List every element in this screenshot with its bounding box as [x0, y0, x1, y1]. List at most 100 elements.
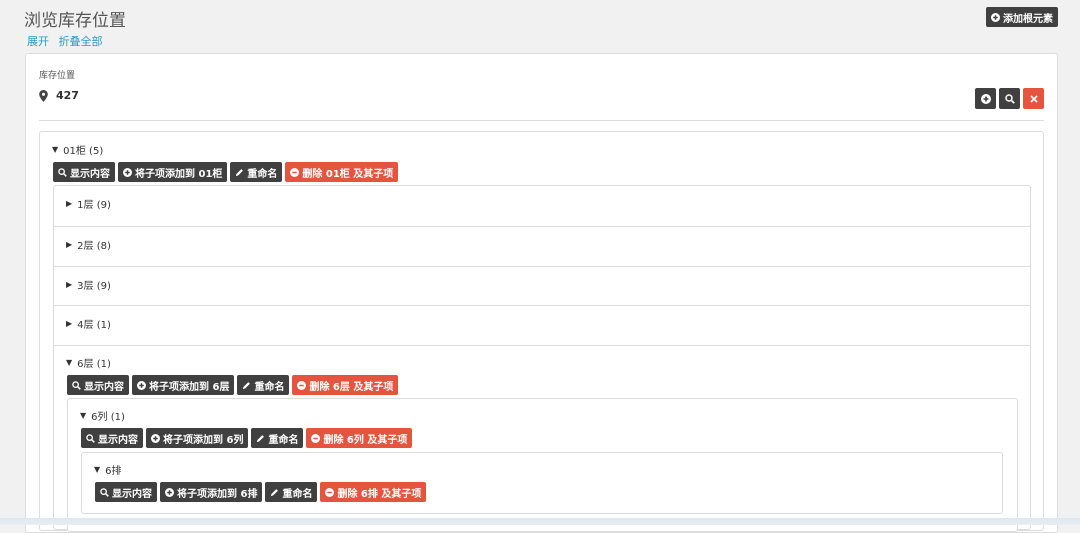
- tree-node-floor-6: ▼ 6层 (1) 显示内容 将子项添加到 6层 重命名 删除 6层 及其子项 ▼…: [54, 345, 1030, 532]
- page-title: 浏览库存位置: [24, 11, 126, 31]
- node-title[interactable]: ▼ 6排: [94, 462, 122, 477]
- button-label: 删除 6列 及其子项: [323, 434, 408, 446]
- node-title: ▶ 3层 (9): [66, 277, 111, 292]
- caret-down-icon: ▼: [94, 465, 101, 474]
- add-child-button[interactable]: 将子项添加到 6层: [132, 375, 235, 395]
- caret-down-icon: ▼: [66, 358, 73, 367]
- node-actions-row-6: 显示内容 将子项添加到 6排 重命名 删除 6排 及其子项: [95, 482, 427, 502]
- node-title: ▶ 1层 (9): [66, 196, 111, 211]
- search-icon: [100, 487, 109, 497]
- location-value: 427: [56, 89, 79, 102]
- caret-right-icon: ▶: [66, 280, 73, 289]
- minus-circle-icon: [311, 433, 321, 443]
- caret-right-icon: ▶: [66, 240, 73, 249]
- plus-circle-icon: [137, 380, 146, 390]
- node-label: 1层 (9): [77, 200, 111, 211]
- node-label: 3层 (9): [77, 281, 111, 292]
- button-label: 重命名: [247, 168, 278, 180]
- caret-down-icon: ▼: [80, 411, 87, 420]
- node-actions-01: 显示内容 将子项添加到 01柜 重命名 删除 01柜 及其子项: [53, 162, 399, 182]
- close-icon: [1029, 94, 1038, 103]
- tree-node-column-6: ▼ 6列 (1) 显示内容 将子项添加到 6列 重命名 删除 6列 及其子项 ▼…: [67, 398, 1018, 532]
- delete-button[interactable]: 删除 01柜 及其子项: [285, 162, 399, 182]
- clear-location-button[interactable]: [1023, 88, 1044, 109]
- pencil-icon: [257, 434, 265, 442]
- plus-circle-icon: [151, 433, 160, 443]
- rename-button[interactable]: 重命名: [230, 162, 283, 182]
- search-icon: [58, 167, 67, 177]
- button-label: 删除 01柜 及其子项: [302, 168, 394, 180]
- caret-right-icon: ▶: [66, 199, 73, 208]
- pencil-icon: [243, 381, 251, 389]
- plus-circle-icon: [991, 12, 1000, 22]
- map-marker-icon: [39, 89, 48, 102]
- add-child-button[interactable]: 将子项添加到 6排: [160, 482, 263, 502]
- node-label: 4层 (1): [77, 320, 111, 331]
- button-label: 显示内容: [98, 434, 138, 446]
- node-label: 2层 (8): [77, 241, 111, 252]
- expand-link[interactable]: 展开: [27, 35, 49, 48]
- button-label: 删除 6层 及其子项: [309, 381, 394, 393]
- button-label: 显示内容: [112, 488, 152, 500]
- pencil-icon: [236, 168, 244, 176]
- button-label: 重命名: [282, 488, 313, 500]
- button-label: 将子项添加到 6列: [163, 434, 244, 446]
- tree-node-floor-3[interactable]: ▶ 3层 (9): [54, 266, 1030, 305]
- button-label: 将子项添加到 01柜: [135, 168, 223, 180]
- add-root-button[interactable]: 添加根元素: [986, 7, 1058, 27]
- caret-right-icon: ▶: [66, 319, 73, 328]
- node-actions-floor-6: 显示内容 将子项添加到 6层 重命名 删除 6层 及其子项: [67, 375, 399, 395]
- location-label: 库存位置: [39, 71, 76, 81]
- node-label: 6层 (1): [77, 359, 111, 370]
- caret-down-icon: ▼: [52, 145, 59, 154]
- collapse-all-link[interactable]: 折叠全部: [59, 35, 103, 48]
- tree-node-floor-1[interactable]: ▶ 1层 (9): [54, 186, 1030, 226]
- node-title[interactable]: ▼ 6层 (1): [66, 355, 111, 370]
- search-icon: [1004, 93, 1015, 104]
- rename-button[interactable]: 重命名: [251, 428, 304, 448]
- node-title: ▶ 2层 (8): [66, 237, 111, 252]
- search-icon: [72, 380, 81, 390]
- children-container: ▶ 1层 (9) ▶ 2层 (8) ▶ 3层 (9) ▶ 4层 (1) ▼ 6层…: [53, 185, 1031, 532]
- add-location-button[interactable]: [975, 88, 996, 109]
- add-root-label: 添加根元素: [1003, 13, 1053, 25]
- search-icon: [86, 433, 95, 443]
- rename-button[interactable]: 重命名: [265, 482, 318, 502]
- minus-circle-icon: [325, 487, 335, 497]
- delete-button[interactable]: 删除 6列 及其子项: [306, 428, 413, 448]
- location-actions: [975, 88, 1044, 109]
- node-label: 01柜 (5): [63, 146, 104, 157]
- show-content-button[interactable]: 显示内容: [81, 428, 143, 448]
- tree-node-floor-4[interactable]: ▶ 4层 (1): [54, 305, 1030, 345]
- button-label: 显示内容: [70, 168, 110, 180]
- delete-button[interactable]: 删除 6排 及其子项: [320, 482, 427, 502]
- search-location-button[interactable]: [999, 88, 1020, 109]
- show-content-button[interactable]: 显示内容: [67, 375, 129, 395]
- button-label: 重命名: [254, 381, 285, 393]
- minus-circle-icon: [290, 167, 300, 177]
- node-label: 6列 (1): [91, 412, 125, 423]
- button-label: 重命名: [268, 434, 299, 446]
- rename-button[interactable]: 重命名: [237, 375, 290, 395]
- plus-circle-icon: [980, 93, 991, 104]
- add-child-button[interactable]: 将子项添加到 6列: [146, 428, 249, 448]
- plus-circle-icon: [165, 487, 174, 497]
- pencil-icon: [271, 488, 279, 496]
- show-content-button[interactable]: 显示内容: [95, 482, 157, 502]
- button-label: 将子项添加到 6层: [149, 381, 230, 393]
- button-label: 将子项添加到 6排: [177, 488, 258, 500]
- tree-node-row-6: ▼ 6排 显示内容 将子项添加到 6排 重命名 删除 6排 及其子项: [81, 452, 1003, 514]
- show-content-button[interactable]: 显示内容: [53, 162, 115, 182]
- tree-node-floor-2[interactable]: ▶ 2层 (8): [54, 226, 1030, 266]
- node-title[interactable]: ▼ 6列 (1): [80, 408, 125, 423]
- node-title: ▶ 4层 (1): [66, 316, 111, 331]
- node-title-01[interactable]: ▼ 01柜 (5): [52, 142, 103, 157]
- divider: [39, 120, 1044, 121]
- location-panel: 库存位置 427 ▼ 01柜 (5) 显示内容 将子项添加到 01柜 重命名 删…: [25, 53, 1058, 533]
- tree-toggle-links: 展开 折叠全部: [27, 33, 109, 49]
- button-label: 显示内容: [84, 381, 124, 393]
- plus-circle-icon: [123, 167, 132, 177]
- node-actions-column-6: 显示内容 将子项添加到 6列 重命名 删除 6列 及其子项: [81, 428, 413, 448]
- delete-button[interactable]: 删除 6层 及其子项: [292, 375, 399, 395]
- add-child-button[interactable]: 将子项添加到 01柜: [118, 162, 228, 182]
